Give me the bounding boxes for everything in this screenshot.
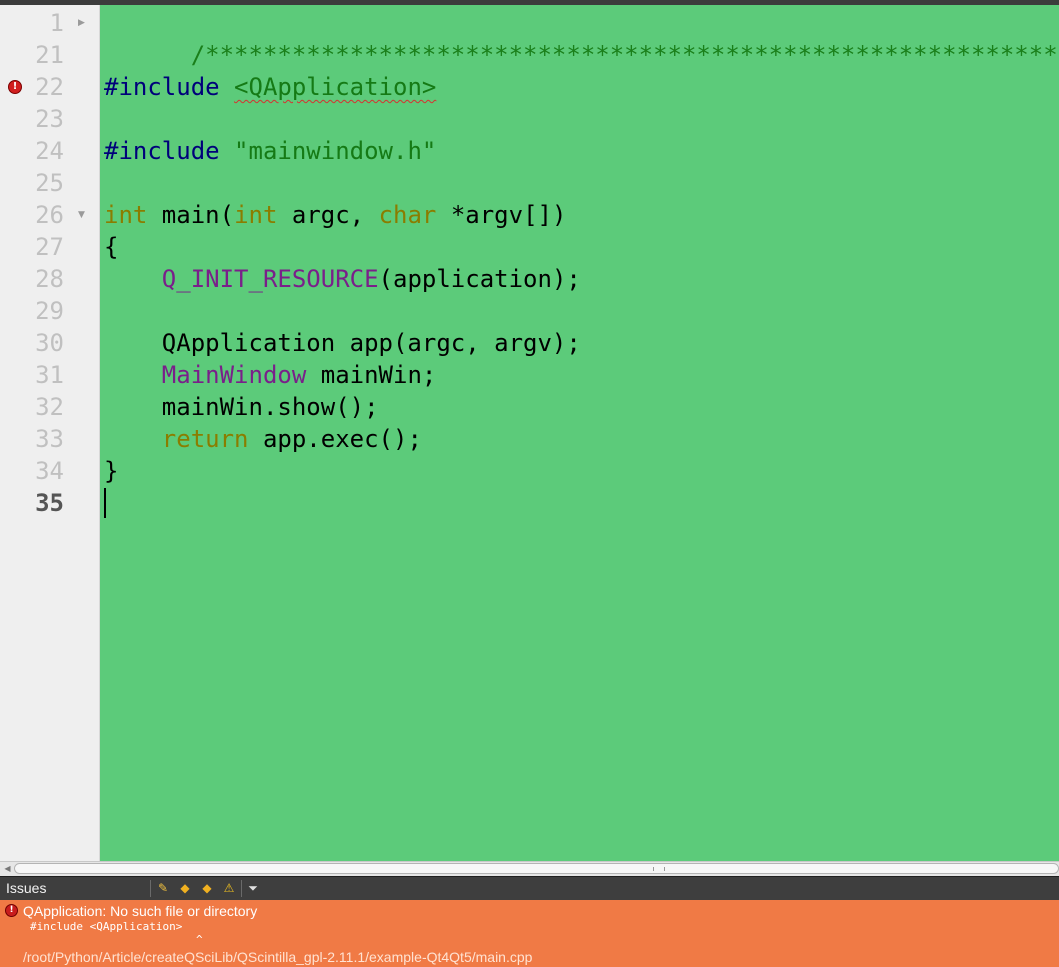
- line-number: 32: [35, 393, 64, 421]
- line-number: 22: [35, 73, 64, 101]
- issues-title: Issues: [6, 880, 47, 896]
- brace-token: }: [104, 457, 119, 485]
- scroll-left-icon[interactable]: ◀: [2, 863, 13, 874]
- next-item-icon[interactable]: ◆: [199, 881, 215, 896]
- line-number: 1: [49, 9, 64, 37]
- toolbar-separator: [150, 880, 151, 897]
- issues-toolbar: Issues ✎ ◆ ◆ ⚠ ⏷: [0, 876, 1059, 900]
- scrollbar-grip-icon: [653, 867, 665, 871]
- code-line: mainWin.show();: [104, 391, 379, 423]
- line-number-gutter[interactable]: 1 ▶ 21 ! 22 23 24 25 26 ▼ 27 28 29 30 31…: [0, 5, 100, 861]
- horizontal-scrollbar[interactable]: ◀: [0, 861, 1059, 876]
- fold-expanded-icon[interactable]: ▼: [78, 199, 90, 231]
- keyword-token: int: [234, 201, 278, 229]
- issue-caret-marker: ^: [196, 933, 203, 946]
- macro-token: Q_INIT_RESOURCE: [161, 265, 379, 293]
- issues-list[interactable]: ! QApplication: No such file or director…: [0, 900, 1059, 967]
- include-header-token: <QApplication>: [234, 73, 437, 101]
- code-text-area[interactable]: /***************************************…: [100, 5, 1059, 861]
- line-number: 21: [35, 41, 64, 69]
- keyword-token: return: [161, 425, 249, 453]
- previous-item-icon[interactable]: ◆: [177, 881, 193, 896]
- code-line: }: [104, 455, 118, 487]
- code-line: int main(int argc, char *argv[]): [104, 199, 566, 231]
- line-number-current: 35: [35, 489, 64, 517]
- brace-token: {: [104, 233, 119, 261]
- code-token: mainWin;: [306, 361, 437, 389]
- type-token: MainWindow: [161, 361, 307, 389]
- comment-token: /***************************************…: [190, 41, 1059, 69]
- preprocessor-token: #include: [104, 137, 220, 165]
- line-number: 31: [35, 361, 64, 389]
- code-token: argc,: [277, 201, 379, 229]
- clear-issues-icon[interactable]: ✎: [155, 881, 171, 896]
- line-number: 25: [35, 169, 64, 197]
- issue-message: QApplication: No such file or directory: [23, 903, 258, 919]
- preprocessor-token: #include: [104, 73, 220, 101]
- line-number: 29: [35, 297, 64, 325]
- issue-file-path: /root/Python/Article/createQSciLib/QScin…: [23, 949, 533, 965]
- line-number: 28: [35, 265, 64, 293]
- keyword-token: int: [104, 201, 148, 229]
- code-line: #include "mainwindow.h": [104, 135, 436, 167]
- code-token: (application);: [378, 265, 581, 293]
- scrollbar-thumb[interactable]: [14, 863, 1059, 874]
- keyword-token: char: [378, 201, 437, 229]
- issue-code-excerpt: #include <QApplication>: [30, 920, 183, 933]
- code-token: mainWin.show();: [161, 393, 379, 421]
- line-number: 33: [35, 425, 64, 453]
- code-line: #include <QApplication>: [104, 71, 436, 103]
- line-number: 26: [35, 201, 64, 229]
- line-number: 27: [35, 233, 64, 261]
- code-line: MainWindow mainWin;: [104, 359, 437, 391]
- fold-collapsed-icon[interactable]: ▶: [78, 7, 90, 39]
- string-token: "mainwindow.h": [234, 137, 437, 165]
- line-number: 23: [35, 105, 64, 133]
- code-token: app.exec();: [248, 425, 422, 453]
- code-line: /***************************************…: [104, 7, 1059, 69]
- code-token: main(: [147, 201, 235, 229]
- line-number: 30: [35, 329, 64, 357]
- text-cursor: [104, 488, 106, 518]
- filter-icon[interactable]: ⏷: [245, 881, 261, 896]
- toolbar-separator: [241, 880, 242, 897]
- error-icon: !: [5, 904, 18, 917]
- code-line: Q_INIT_RESOURCE(application);: [104, 263, 581, 295]
- code-editor[interactable]: 1 ▶ 21 ! 22 23 24 25 26 ▼ 27 28 29 30 31…: [0, 5, 1059, 861]
- code-line: {: [104, 231, 118, 263]
- code-token: QApplication app(argc, argv);: [161, 329, 581, 357]
- code-line: QApplication app(argc, argv);: [104, 327, 581, 359]
- code-token: *argv[]): [436, 201, 567, 229]
- code-line: return app.exec();: [104, 423, 422, 455]
- line-number: 34: [35, 457, 64, 485]
- line-number: 24: [35, 137, 64, 165]
- warning-filter-icon[interactable]: ⚠: [221, 881, 237, 896]
